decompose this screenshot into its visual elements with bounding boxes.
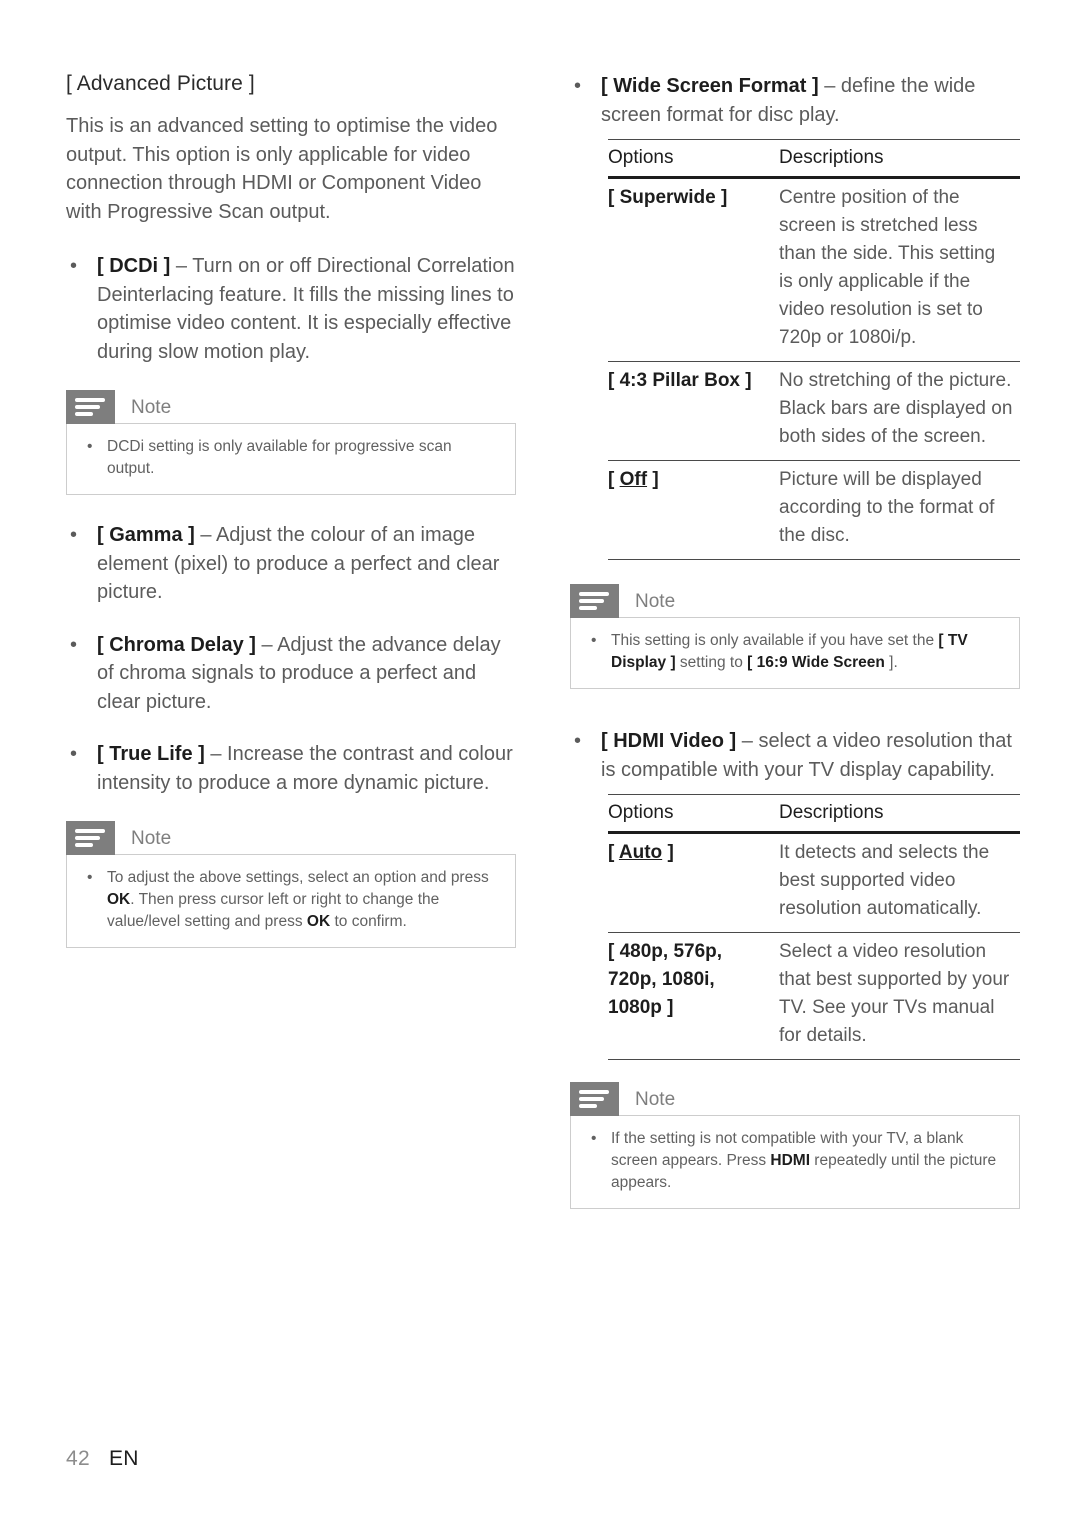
note-item: • DCDi setting is only available for prog…: [81, 436, 501, 480]
option-default-value: Off: [619, 469, 648, 490]
option-default-value: Auto: [618, 842, 663, 863]
bullet-dash: –: [736, 730, 759, 752]
option-name: [ 4:3 Pillar Box ]: [608, 361, 771, 461]
option-name: [ 480p, 576p, 720p, 1080i, 1080p ]: [608, 932, 771, 1060]
note-header: Note: [66, 821, 516, 855]
note-header: Note: [570, 1082, 1020, 1116]
bullet-wide-screen-format: •[ Wide Screen Format ] – define the wid…: [570, 72, 1020, 129]
table-row: [ 480p, 576p, 720p, 1080i, 1080p ] Selec…: [608, 932, 1020, 1060]
option-name-default: [ Auto ]: [608, 832, 771, 933]
note-box-dcdi: Note • DCDi setting is only available for…: [66, 390, 516, 495]
bullet-term: [ True Life ]: [97, 743, 205, 765]
note-header: Note: [570, 584, 1020, 618]
option-prefix: [: [608, 842, 619, 863]
option-description: Select a video resolution that best supp…: [771, 932, 1020, 1060]
table-header-row: Options Descriptions: [608, 794, 1020, 834]
bullet-term: [ Chroma Delay ]: [97, 633, 256, 656]
bullet-chroma-delay: •[ Chroma Delay ] – Adjust the advance d…: [66, 631, 516, 717]
option-prefix: [: [608, 469, 620, 490]
note-label: Note: [131, 827, 172, 849]
wide-screen-format-table: Options Descriptions [ Superwide ] Centr…: [608, 139, 1020, 560]
bullet-hdmi-video: •[ HDMI Video ] – select a video resolut…: [570, 727, 1020, 784]
bullet-dash: –: [255, 633, 278, 656]
bullet-marker: •: [591, 1130, 597, 1147]
note-body: • This setting is only available if you h…: [570, 617, 1020, 689]
intro-paragraph: This is an advanced setting to optimise …: [66, 115, 498, 223]
left-column: [ Advanced Picture ] This is an advanced…: [66, 72, 516, 974]
note-box-tv-display: Note • This setting is only available if …: [570, 584, 1020, 689]
page-footer: 42 EN: [66, 1447, 139, 1471]
column-header-descriptions: Descriptions: [771, 139, 1020, 179]
option-description: Centre position of the screen is stretch…: [771, 177, 1020, 362]
bullet-marker: •: [70, 633, 78, 656]
table-row: [ Auto ] It detects and selects the best…: [608, 832, 1020, 933]
bullet-dcdi: •[ DCDi ] – Turn on or off Directional C…: [66, 252, 516, 366]
column-header-descriptions: Descriptions: [771, 794, 1020, 834]
bullet-dash: –: [204, 743, 228, 765]
note-item: • This setting is only available if you h…: [585, 630, 1005, 674]
table-row: [ Off ] Picture will be displayed accord…: [608, 460, 1020, 560]
bullet-marker: •: [574, 75, 582, 97]
bullet-marker: •: [70, 524, 78, 546]
column-header-options: Options: [608, 794, 771, 834]
note-body: • If the setting is not compatible with y…: [570, 1115, 1020, 1209]
note-text-part: ].: [884, 654, 898, 671]
column-header-options: Options: [608, 139, 771, 179]
note-text-part: To adjust the above settings, select an …: [107, 869, 489, 886]
bullet-marker: •: [87, 869, 93, 886]
option-name-default: [ Off ]: [608, 460, 771, 560]
bullet-dash: –: [194, 524, 216, 546]
note-text-part: setting to: [675, 654, 748, 671]
bullet-term: [ HDMI Video ]: [601, 730, 737, 752]
note-label: Note: [131, 396, 172, 418]
bullet-true-life: •[ True Life ] – Increase the contrast a…: [66, 740, 516, 797]
option-suffix: ]: [647, 469, 659, 490]
table-row: [ 4:3 Pillar Box ] No stretching of the …: [608, 361, 1020, 461]
option-description: It detects and selects the best supporte…: [771, 832, 1020, 933]
key-label-hdmi: HDMI: [770, 1152, 810, 1169]
note-label: Note: [635, 1088, 676, 1110]
setting-label-wide-screen: [ 16:9 Wide Screen: [747, 654, 885, 671]
note-label: Note: [635, 590, 676, 612]
key-label-ok: OK: [107, 891, 131, 908]
option-suffix: ]: [662, 842, 674, 863]
bullet-dash: –: [818, 75, 841, 97]
page-title: [ Advanced Picture ]: [66, 72, 255, 95]
note-icon: [66, 821, 115, 855]
bullet-marker: •: [574, 730, 582, 752]
note-text: DCDi setting is only available for progr…: [107, 438, 452, 477]
note-text-part: This setting is only available if you ha…: [611, 632, 939, 649]
bullet-term: [ Wide Screen Format ]: [601, 75, 819, 97]
right-column: •[ Wide Screen Format ] – define the wid…: [570, 72, 1020, 1235]
note-icon: [66, 390, 115, 424]
option-description: No stretching of the picture. Black bars…: [771, 361, 1020, 461]
table-row: [ Superwide ] Centre position of the scr…: [608, 177, 1020, 362]
bullet-marker: •: [70, 255, 78, 277]
note-item: • If the setting is not compatible with y…: [585, 1128, 1005, 1194]
note-body: • To adjust the above settings, select an…: [66, 854, 516, 948]
note-box-adjust-settings: Note • To adjust the above settings, sele…: [66, 821, 516, 948]
note-item: • To adjust the above settings, select an…: [81, 867, 501, 933]
bullet-term: [ DCDi ]: [97, 255, 171, 277]
note-body: • DCDi setting is only available for prog…: [66, 423, 516, 495]
note-text-part: to confirm.: [330, 913, 407, 930]
note-header: Note: [66, 390, 516, 424]
hdmi-video-table: Options Descriptions [ Auto ] It detects…: [608, 794, 1020, 1060]
key-label-ok: OK: [306, 913, 331, 930]
bullet-marker: •: [591, 632, 597, 649]
bullet-marker: •: [87, 438, 93, 455]
manual-page: [ Advanced Picture ] This is an advanced…: [0, 0, 1080, 1527]
bullet-term: [ Gamma ]: [97, 524, 195, 546]
bullet-dash: –: [170, 255, 193, 277]
option-description: Picture will be displayed according to t…: [771, 460, 1020, 560]
page-number: 42: [66, 1447, 90, 1470]
page-language: EN: [108, 1447, 139, 1470]
note-icon: [570, 1082, 619, 1116]
bullet-gamma: •[ Gamma ] – Adjust the colour of an ima…: [66, 521, 516, 607]
note-box-hdmi-compatibility: Note • If the setting is not compatible w…: [570, 1082, 1020, 1209]
bullet-marker: •: [70, 743, 78, 765]
table-header-row: Options Descriptions: [608, 139, 1020, 179]
option-name: [ Superwide ]: [608, 177, 771, 362]
note-icon: [570, 584, 619, 618]
